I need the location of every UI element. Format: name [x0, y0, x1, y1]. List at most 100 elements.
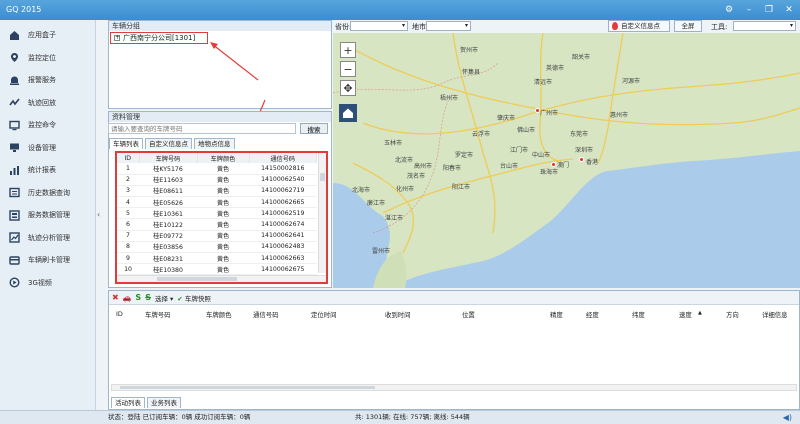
city-select[interactable]: ▾ [426, 21, 471, 31]
vehicle-icon[interactable]: 🚗 [123, 294, 132, 302]
gear-icon[interactable]: ⚙ [722, 3, 736, 16]
column-header[interactable]: 精度 [550, 310, 563, 319]
table-row[interactable]: 8 桂E03856 黄色 14100062483 [117, 241, 317, 254]
vertical-scrollbar[interactable] [318, 153, 326, 273]
horizontal-scrollbar[interactable] [117, 275, 326, 282]
speaker-icon[interactable]: ◀) [783, 411, 792, 424]
sidebar-item-alarm[interactable]: 报警服务 [0, 69, 95, 92]
table-cell: 14100062540 [249, 174, 317, 186]
sidebar-item-app-box[interactable]: 应用盒子 [0, 24, 95, 47]
custom-point-button[interactable]: 自定义信息点 [608, 20, 670, 32]
alarm-icon [8, 74, 20, 86]
column-header[interactable]: 详细信息 [762, 310, 788, 319]
horizontal-scrollbar[interactable] [111, 384, 797, 391]
column-header[interactable]: 收到时间 [385, 310, 411, 319]
status-left: 状态：登陆 已订阅车辆：0辆 成功订阅车辆：0辆 [108, 413, 251, 421]
sidebar-item-card-mgmt[interactable]: 车辆刷卡管理 [0, 249, 95, 272]
unsubscribe-icon[interactable]: S [145, 293, 151, 302]
column-header[interactable]: 通信号码 [249, 153, 317, 163]
service-data-icon [8, 209, 20, 221]
delete-icon[interactable]: ✖ [112, 293, 119, 302]
table-cell: 2 [117, 174, 139, 186]
sidebar-item-monitor-command[interactable]: 监控命令 [0, 114, 95, 137]
zoom-out-button[interactable]: − [340, 61, 356, 77]
column-header[interactable]: 车牌颜色 [197, 153, 250, 163]
sidebar-item-3g-video[interactable]: 3G视频 [0, 272, 95, 295]
plate-search-input[interactable] [108, 123, 296, 134]
subscribe-icon[interactable]: S [135, 293, 141, 302]
table-cell: 黄色 [197, 163, 249, 175]
map-view[interactable]: 怀集县 清远市 河源市 梧州市 广州市 惠州市 肇庆市 佛山市 东莞市 玉林市 江门市 中山市 云浮市香… [333, 33, 800, 288]
column-header[interactable]: 方向 [726, 310, 739, 319]
sidebar-item-track-playback[interactable]: 轨迹回放 [0, 92, 95, 115]
column-header[interactable]: 位置 [462, 310, 475, 319]
home-view-button[interactable] [339, 104, 357, 122]
minimize-icon[interactable]: – [742, 3, 756, 16]
city-label: 河源市 [622, 78, 641, 85]
sidebar-item-monitor-location[interactable]: 监控定位 [0, 47, 95, 70]
column-header[interactable]: 车牌号码 [139, 153, 198, 163]
province-select[interactable]: ▾ [350, 21, 408, 31]
sidebar-item-service-data[interactable]: 服务数据管理 [0, 204, 95, 227]
search-button[interactable]: 搜索 [300, 123, 328, 134]
city-label: 雷州市 [372, 248, 391, 255]
maximize-icon[interactable]: ❐ [762, 3, 776, 16]
select-dropdown[interactable]: 选择 ▾ [155, 293, 173, 303]
zoom-in-button[interactable]: + [340, 42, 356, 58]
city-label: 澳门 [557, 162, 570, 169]
city-label: 湛江市 [385, 215, 404, 222]
tab-activity-list[interactable]: 活动列表 [111, 397, 145, 408]
video-icon [8, 277, 20, 289]
city-label: 梧州市 [440, 95, 459, 102]
activity-tabs: 活动列表 业务列表 [111, 397, 181, 408]
table-row[interactable]: 1 桂KY5176 黄色 14150002816 [117, 163, 317, 175]
close-icon[interactable]: ✕ [782, 3, 796, 16]
table-row[interactable]: 5 桂E10361 黄色 14100062519 [117, 207, 317, 220]
column-header[interactable]: 纬度 [632, 310, 645, 319]
tab-landmark-info[interactable]: 地物点信息 [194, 138, 235, 149]
column-header[interactable]: 定位时间 [311, 310, 337, 319]
activity-toolbar: ✖ 🚗 S S 选择 ▾ ✔ 车牌快照 [109, 291, 799, 305]
tab-vehicle-list[interactable]: 车辆列表 [109, 138, 143, 149]
column-header[interactable]: ID [116, 310, 123, 318]
sidebar: 应用盒子 监控定位 报警服务 轨迹回放 监控命令 设备管理 统计报表 历史数据查… [0, 20, 96, 410]
expand-icon[interactable]: + [114, 35, 120, 41]
column-header[interactable]: ID [117, 153, 140, 163]
column-header[interactable]: 车牌号码 [145, 310, 171, 319]
sidebar-item-track-analysis[interactable]: 轨迹分析管理 [0, 227, 95, 250]
city-label: 珠海市 [540, 169, 559, 176]
city-label: 阳春市 [443, 165, 462, 172]
table-cell: 14100062641 [249, 230, 317, 242]
table-row[interactable]: 9 桂E08231 黄色 14100062663 [117, 252, 317, 265]
sidebar-item-stats-report[interactable]: 统计报表 [0, 159, 95, 182]
table-row[interactable]: 3 桂E08611 黄色 14100062719 [117, 185, 317, 198]
table-cell: 4 [117, 196, 139, 209]
table-row[interactable]: 10 桂E10380 黄色 14100062675 [117, 263, 317, 276]
title-bar: GQ 2015 ⚙ – ❐ ✕ [0, 0, 800, 20]
table-row[interactable]: 4 桂E05626 黄色 14100062665 [117, 196, 317, 209]
column-header[interactable]: 速度 [679, 310, 692, 319]
pan-button[interactable]: ✥ [340, 80, 356, 96]
hongkong-marker[interactable] [579, 157, 584, 162]
column-header[interactable]: 车牌颜色 [206, 310, 232, 319]
tab-custom-points[interactable]: 自定义信息点 [145, 138, 192, 149]
tab-business-list[interactable]: 业务列表 [147, 397, 181, 408]
guangzhou-marker[interactable] [535, 108, 540, 113]
table-row[interactable]: 6 桂E10122 黄色 14100062674 [117, 218, 317, 231]
snapshot-button[interactable]: ✔ 车牌快照 [177, 293, 211, 303]
history-icon [8, 187, 20, 199]
sidebar-item-history-query[interactable]: 历史数据查询 [0, 182, 95, 205]
column-header[interactable]: 经度 [586, 310, 599, 319]
sort-arrow-icon[interactable]: ▲ [698, 310, 702, 316]
table-row[interactable]: 2 桂E11603 黄色 14100062540 [117, 174, 317, 186]
data-tabs: 车辆列表 自定义信息点 地物点信息 [109, 138, 235, 149]
fullscreen-button[interactable]: 全屏 [674, 20, 702, 32]
table-row[interactable]: 7 桂E09772 黄色 14100062641 [117, 230, 317, 242]
column-header[interactable]: 通信号码 [253, 310, 279, 319]
city-label: 佛山市 [517, 127, 536, 134]
sidebar-item-device-mgmt[interactable]: 设备管理 [0, 137, 95, 160]
tools-select[interactable]: ▾ [733, 21, 796, 31]
tree-item-nanning-branch[interactable]: + 广西南宁分公司[1301] [110, 32, 208, 44]
collapse-sidebar-arrow[interactable]: ‹ [97, 210, 105, 226]
macau-marker[interactable] [551, 162, 556, 167]
